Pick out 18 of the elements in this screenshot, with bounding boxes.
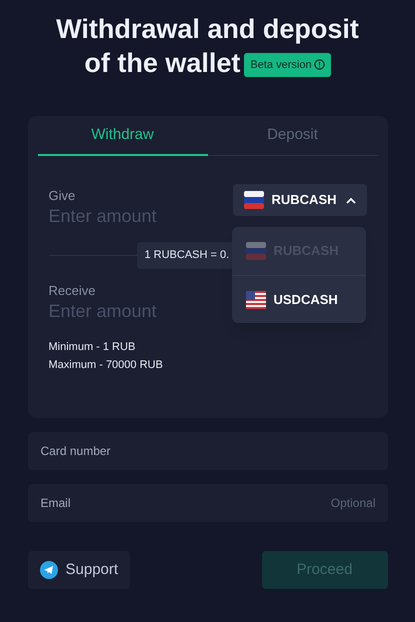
flag-icon xyxy=(244,191,264,209)
field-label: Receive xyxy=(48,282,96,298)
currency-option[interactable]: USDCASH xyxy=(232,275,366,323)
field-label: Give xyxy=(48,188,76,204)
tab[interactable]: Withdraw xyxy=(38,116,208,156)
page-title: Withdrawal and deposit of the wallet Beta version xyxy=(55,13,360,80)
support-button[interactable]: Support xyxy=(28,551,130,589)
paper-plane-icon xyxy=(40,561,58,579)
chevron-up-icon xyxy=(346,196,356,204)
limit-text: Minimum - 1 RUB xyxy=(48,340,136,354)
limit-text: Maximum - 70000 RUB xyxy=(48,358,164,372)
beta-badge: Beta version xyxy=(244,52,331,77)
card-number-field[interactable]: Card number xyxy=(28,432,388,470)
info-icon xyxy=(314,59,325,70)
currency-select[interactable]: RUBCASH xyxy=(232,184,366,216)
flag-icon xyxy=(246,242,266,260)
flag-icon xyxy=(246,290,266,308)
optional-hint: Optional xyxy=(330,495,376,511)
